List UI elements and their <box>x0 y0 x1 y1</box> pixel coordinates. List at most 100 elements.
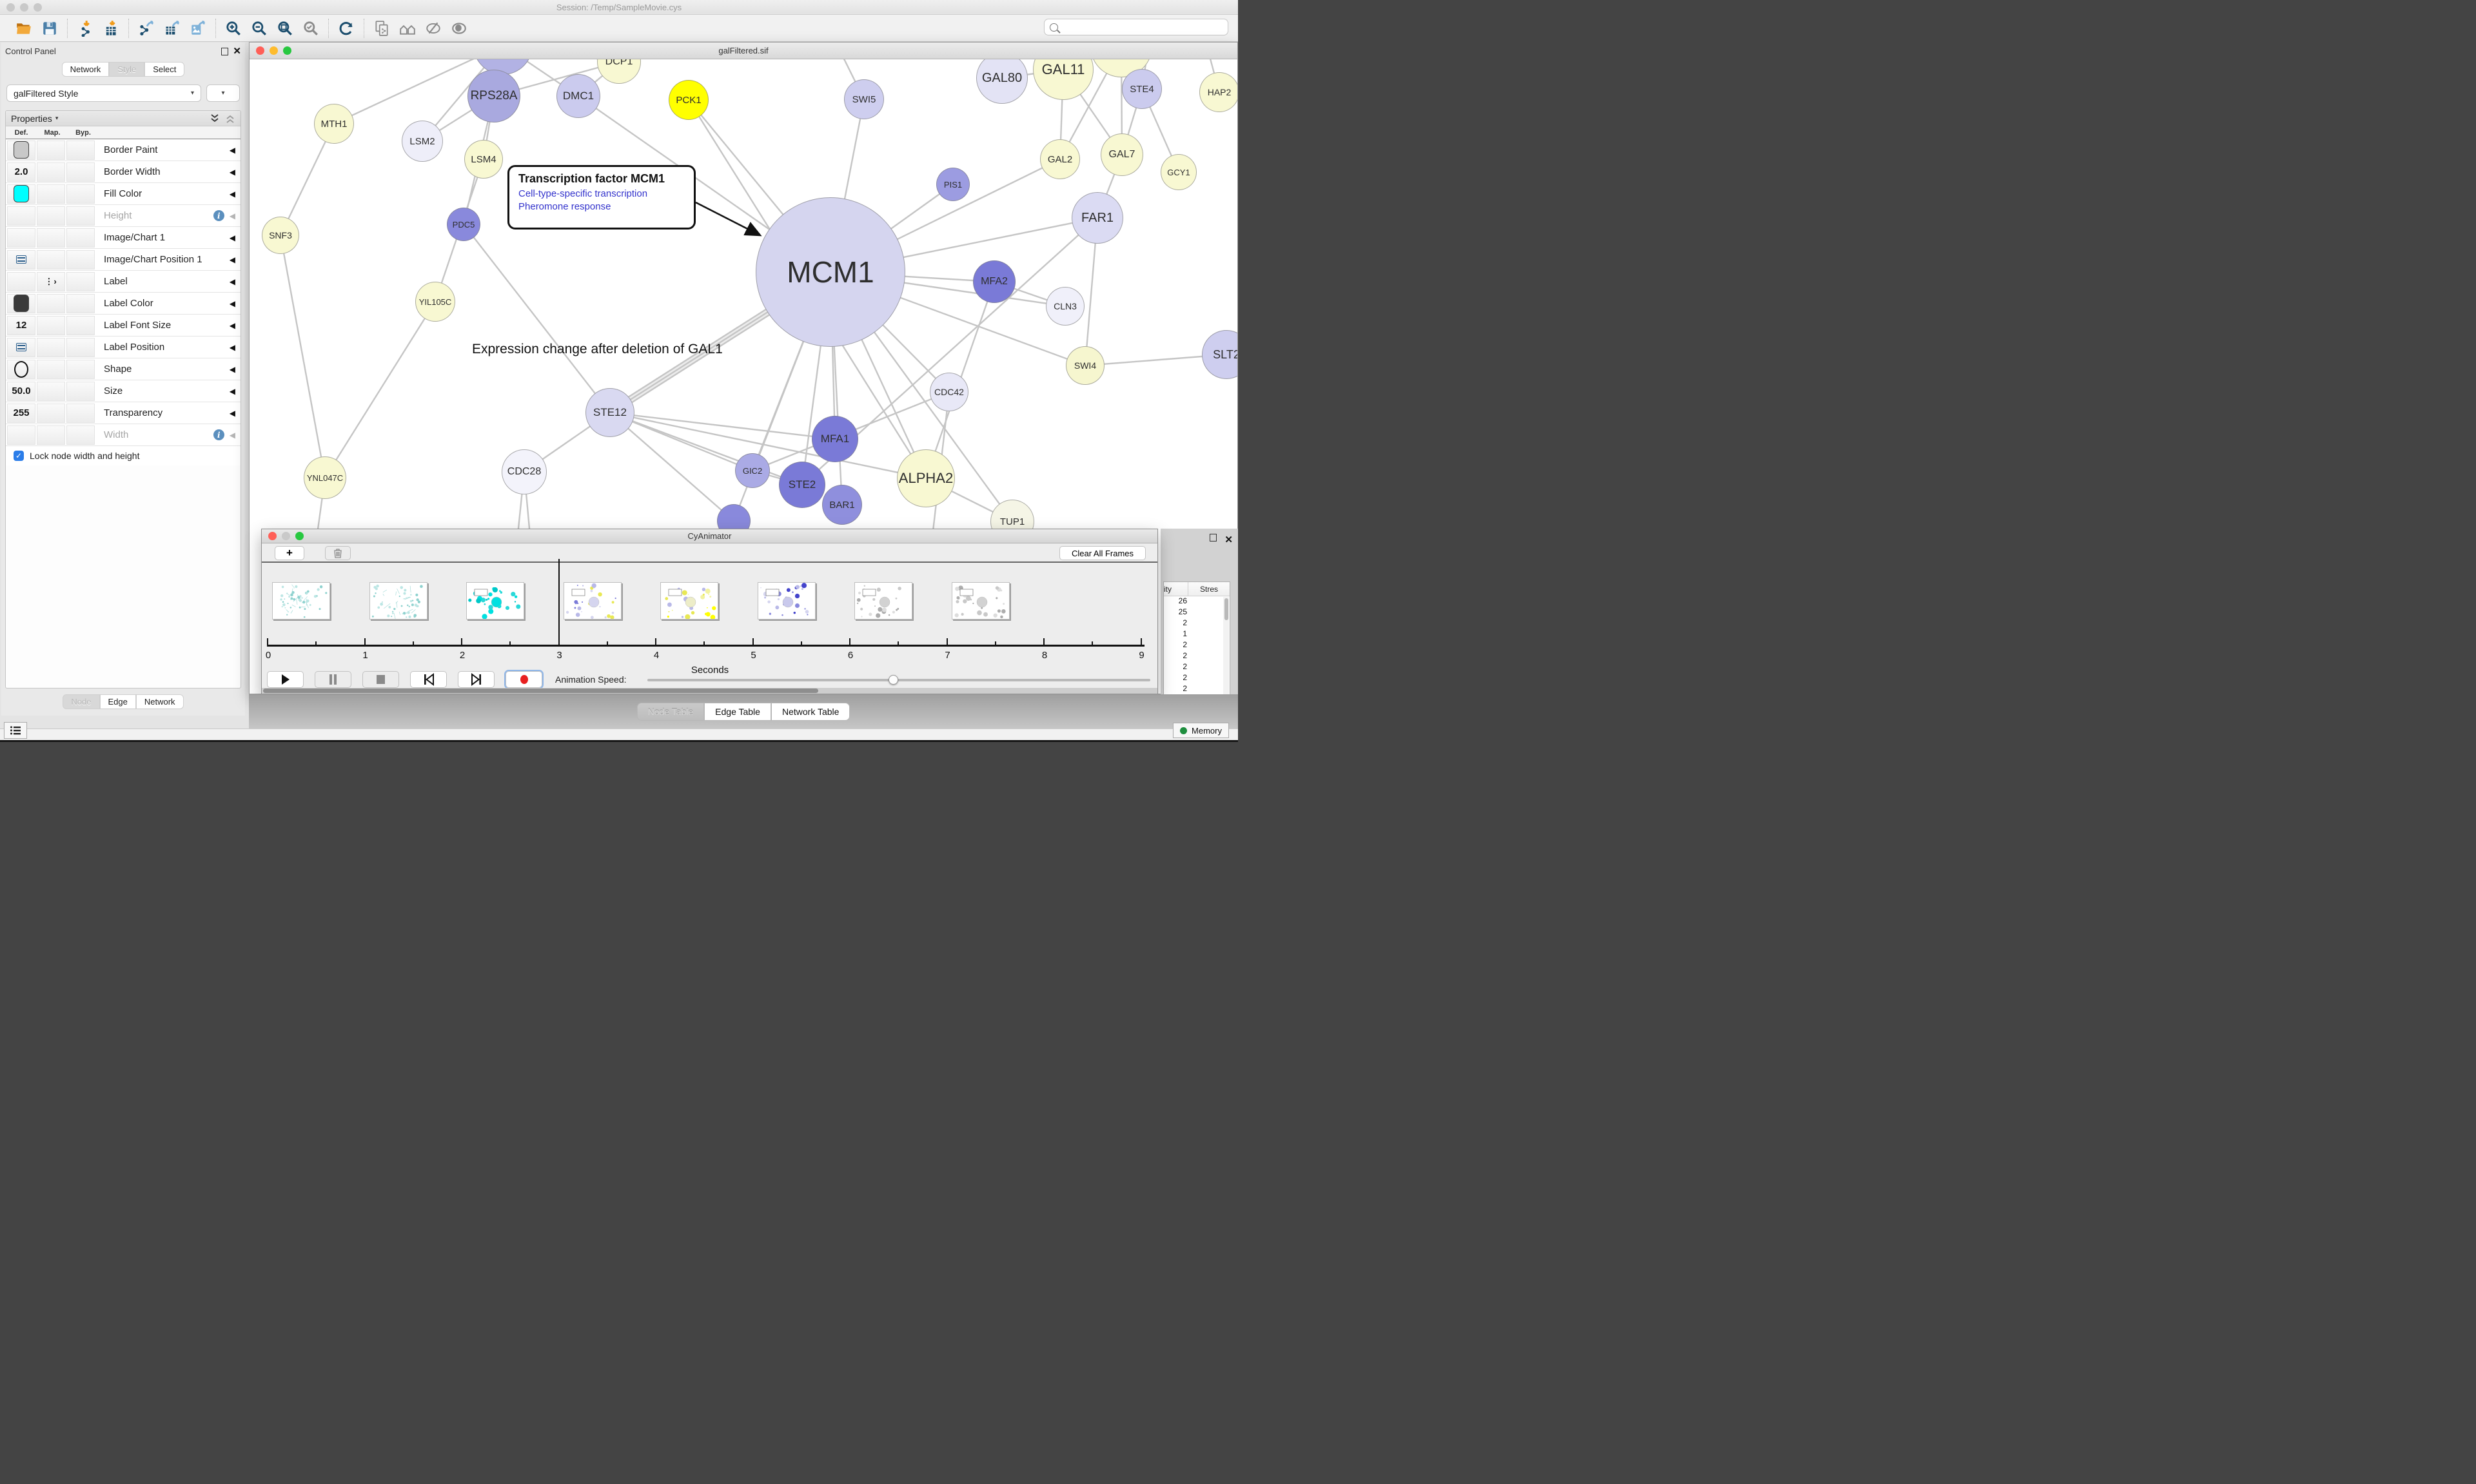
float-panel-icon[interactable] <box>221 48 228 55</box>
mapping-cell[interactable] <box>37 250 65 269</box>
bypass-cell[interactable] <box>66 162 95 182</box>
node-gic2[interactable]: GIC2 <box>735 453 770 488</box>
default-value-cell[interactable] <box>7 184 35 204</box>
expand-row-icon[interactable]: ◀ <box>230 146 235 155</box>
expand-row-icon[interactable]: ◀ <box>230 211 235 220</box>
properties-header[interactable]: Properties ▾ <box>6 111 241 126</box>
node-hap2[interactable]: HAP2 <box>1199 72 1237 112</box>
tab-select[interactable]: Select <box>144 62 184 77</box>
tab-edge-table[interactable]: Edge Table <box>704 703 771 721</box>
clear-all-frames-button[interactable]: Clear All Frames <box>1059 546 1146 560</box>
search-input[interactable] <box>1062 23 1228 32</box>
zoom-in-icon[interactable] <box>225 20 242 37</box>
table-row[interactable]: 1 <box>1164 629 1230 640</box>
node-snf3[interactable]: SNF3 <box>262 217 299 254</box>
animation-speed-slider[interactable] <box>647 679 1150 681</box>
node-mfa1[interactable]: MFA1 <box>812 416 858 462</box>
annotation-link[interactable]: Pheromone response <box>518 201 685 212</box>
bypass-cell[interactable] <box>66 316 95 335</box>
tab-style[interactable]: Style <box>109 62 144 77</box>
close-panel-icon[interactable]: ✕ <box>233 45 241 57</box>
collapse-all-icon[interactable] <box>225 113 235 124</box>
node-alpha2[interactable]: ALPHA2 <box>897 449 955 507</box>
timeline-playhead[interactable] <box>558 559 560 645</box>
style-options-button[interactable]: ▾ <box>206 84 240 102</box>
stop-button[interactable] <box>362 671 399 688</box>
default-value-cell[interactable] <box>7 294 35 313</box>
mapping-cell[interactable] <box>37 141 65 160</box>
cyanimator-timeline[interactable]: 0123456789Seconds <box>262 563 1157 666</box>
edge-snf3-ynl047c[interactable] <box>280 235 325 478</box>
close-panel-icon[interactable]: ✕ <box>1224 534 1233 545</box>
mapping-cell[interactable] <box>37 404 65 423</box>
node-pdc5[interactable]: PDC5 <box>447 208 480 241</box>
node-pis1[interactable]: PIS1 <box>936 168 970 201</box>
tab-network[interactable]: Network <box>62 62 110 77</box>
skip-start-button[interactable] <box>410 671 447 688</box>
mapping-cell[interactable] <box>37 425 65 445</box>
bypass-cell[interactable] <box>66 228 95 248</box>
bypass-cell[interactable] <box>66 382 95 401</box>
node-ste12[interactable]: STE12 <box>585 388 634 437</box>
node-gal2[interactable]: GAL2 <box>1040 139 1080 179</box>
bypass-cell[interactable] <box>66 250 95 269</box>
info-icon[interactable]: i <box>213 429 224 440</box>
zoom-fit-icon[interactable] <box>277 20 293 37</box>
mapping-cell[interactable] <box>37 184 65 204</box>
table-row[interactable]: 25 <box>1164 607 1230 618</box>
mapping-cell[interactable]: ⋮› <box>37 272 65 291</box>
frame-thumbnail-7[interactable] <box>854 582 912 620</box>
tab-network-table[interactable]: Network Table <box>771 703 850 721</box>
node-far1[interactable]: FAR1 <box>1072 192 1123 244</box>
expand-row-icon[interactable]: ◀ <box>230 299 235 308</box>
mapping-cell[interactable] <box>37 162 65 182</box>
expand-row-icon[interactable]: ◀ <box>230 409 235 418</box>
node-rps28a[interactable]: RPS28A <box>467 70 520 122</box>
refresh-icon[interactable] <box>338 20 355 37</box>
table-row[interactable]: 2 <box>1164 662 1230 673</box>
node-dmc1[interactable]: DMC1 <box>556 74 600 118</box>
frame-thumbnail-6[interactable] <box>758 582 816 620</box>
tab-edge[interactable]: Edge <box>100 694 136 709</box>
play-button[interactable] <box>267 671 304 688</box>
expand-row-icon[interactable]: ◀ <box>230 233 235 242</box>
default-value-cell[interactable]: 12 <box>7 316 35 335</box>
expand-row-icon[interactable]: ◀ <box>230 387 235 396</box>
mapping-cell[interactable] <box>37 338 65 357</box>
save-session-icon[interactable] <box>41 20 58 37</box>
frame-thumbnail-2[interactable] <box>369 582 427 620</box>
bypass-cell[interactable] <box>66 360 95 379</box>
table-row[interactable]: 2 <box>1164 684 1230 695</box>
pause-button[interactable] <box>315 671 351 688</box>
bypass-cell[interactable] <box>66 404 95 423</box>
style-selector[interactable]: galFiltered Style ▾ <box>6 84 201 102</box>
cyanimator-titlebar[interactable]: CyAnimator <box>262 529 1157 543</box>
import-network-icon[interactable] <box>77 20 93 37</box>
expand-row-icon[interactable]: ◀ <box>230 343 235 352</box>
edge-ste12-nodecut[interactable] <box>610 413 734 521</box>
lock-size-checkbox[interactable]: ✓ <box>14 451 24 461</box>
node-ste2[interactable]: STE2 <box>779 462 825 508</box>
node-lsm2[interactable]: LSM2 <box>402 121 443 162</box>
node-mcm1[interactable]: MCM1 <box>756 197 905 347</box>
default-value-cell[interactable]: 255 <box>7 404 35 423</box>
default-value-cell[interactable]: 50.0 <box>7 382 35 401</box>
expand-row-icon[interactable]: ◀ <box>230 365 235 374</box>
task-history-button[interactable] <box>4 722 27 739</box>
open-session-icon[interactable] <box>15 20 32 37</box>
node-cln3[interactable]: CLN3 <box>1046 287 1085 326</box>
search-box[interactable] <box>1044 19 1228 35</box>
record-button[interactable] <box>506 671 542 688</box>
export-image-icon[interactable] <box>190 20 206 37</box>
tab-network[interactable]: Network <box>136 694 184 709</box>
node-swi4[interactable]: SWI4 <box>1066 346 1105 385</box>
default-value-cell[interactable] <box>7 228 35 248</box>
table-row[interactable]: 2 <box>1164 673 1230 684</box>
table-column-header[interactable]: ity <box>1164 582 1188 596</box>
frame-thumbnail-8[interactable] <box>952 582 1010 620</box>
bypass-cell[interactable] <box>66 184 95 204</box>
mapping-cell[interactable] <box>37 294 65 313</box>
tab-node[interactable]: Node <box>63 694 99 709</box>
annotation-box[interactable]: Transcription factor MCM1Cell-type-speci… <box>507 165 696 229</box>
node-cdc42[interactable]: CDC42 <box>930 373 968 411</box>
